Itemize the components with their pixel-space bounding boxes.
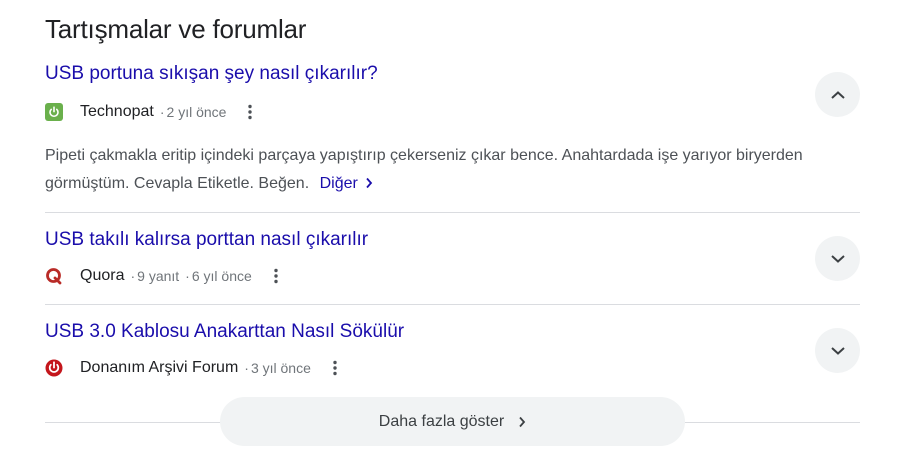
more-link-label: Diğer bbox=[319, 175, 358, 192]
result-item: USB portuna sıkışan şey nasıl çıkarılır?… bbox=[45, 62, 860, 202]
result-title-link[interactable]: USB portuna sıkışan şey nasıl çıkarılır? bbox=[45, 62, 860, 86]
post-age: 3 yıl önce bbox=[250, 360, 311, 376]
divider bbox=[45, 212, 860, 213]
separator: · bbox=[159, 104, 165, 120]
chevron-up-icon bbox=[830, 90, 845, 99]
show-more-label: Daha fazla göster bbox=[378, 412, 505, 430]
post-age: 2 yıl önce bbox=[166, 104, 227, 120]
separator: · bbox=[185, 268, 190, 284]
result-item: USB 3.0 Kablosu Anakarttan Nasıl Sökülür… bbox=[45, 320, 860, 380]
result-meta: Donanım Arşivi Forum · 3 yıl önce bbox=[45, 357, 347, 379]
quora-icon bbox=[45, 267, 63, 285]
snippet-text: Pipeti çakmakla eritip içindeki parçaya … bbox=[45, 147, 803, 192]
result-title-link[interactable]: USB takılı kalırsa porttan nasıl çıkarıl… bbox=[45, 228, 860, 252]
result-snippet: Pipeti çakmakla eritip içindeki parçaya … bbox=[45, 142, 825, 198]
separator: · bbox=[244, 360, 249, 376]
post-age: 6 yıl önce bbox=[191, 268, 252, 284]
source-site[interactable]: Quora bbox=[80, 267, 124, 285]
show-more-button[interactable]: Daha fazla göster bbox=[220, 397, 685, 446]
expand-button[interactable] bbox=[815, 328, 860, 373]
donanim-power-icon bbox=[45, 359, 63, 377]
more-options-icon[interactable] bbox=[238, 100, 262, 124]
answer-count: 9 yanıt bbox=[137, 268, 180, 284]
result-item: USB takılı kalırsa porttan nasıl çıkarıl… bbox=[45, 228, 860, 288]
chevron-down-icon bbox=[830, 346, 845, 355]
result-meta: Technopat · 2 yıl önce bbox=[45, 101, 262, 123]
section-title: Tartışmalar ve forumlar bbox=[45, 14, 307, 44]
separator: · bbox=[130, 268, 136, 284]
more-options-icon[interactable] bbox=[264, 264, 288, 288]
divider bbox=[45, 304, 860, 305]
collapse-button[interactable] bbox=[815, 72, 860, 117]
chevron-right-icon bbox=[518, 416, 526, 428]
more-link[interactable]: Diğer bbox=[320, 175, 374, 192]
chevron-right-icon bbox=[366, 177, 373, 189]
chevron-down-icon bbox=[830, 254, 845, 263]
expand-button[interactable] bbox=[815, 236, 860, 281]
result-meta: Quora · 9 yanıt · 6 yıl önce bbox=[45, 265, 288, 287]
source-site[interactable]: Technopat bbox=[80, 103, 154, 121]
power-icon bbox=[45, 103, 63, 121]
more-options-icon[interactable] bbox=[323, 356, 347, 380]
source-site[interactable]: Donanım Arşivi Forum bbox=[80, 359, 238, 377]
result-title-link[interactable]: USB 3.0 Kablosu Anakarttan Nasıl Sökülür bbox=[45, 320, 860, 344]
